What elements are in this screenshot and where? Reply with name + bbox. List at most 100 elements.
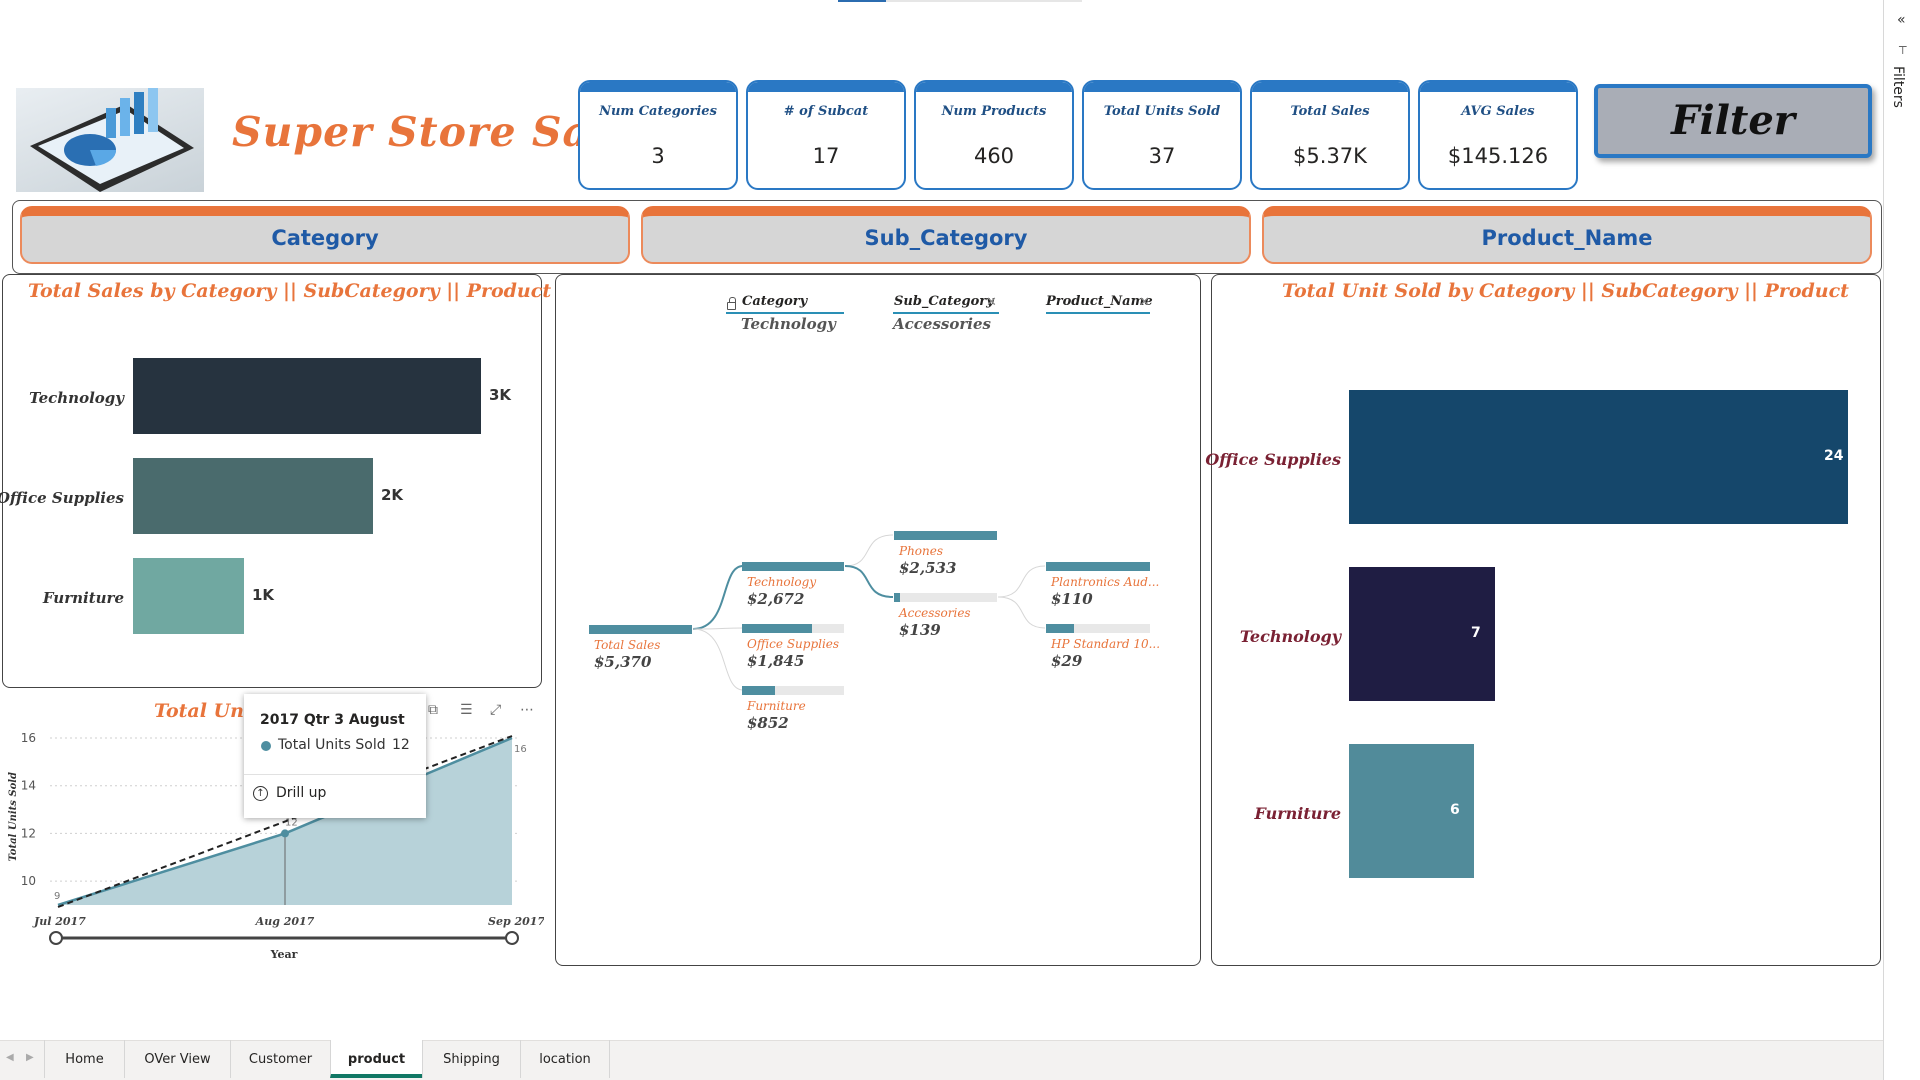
filters-pane[interactable]: « ⊤ Filters xyxy=(1883,0,1920,1080)
kpi-label: AVG Sales xyxy=(1461,104,1535,119)
sales-bar[interactable] xyxy=(133,558,244,634)
units-data-label: 24 xyxy=(1824,448,1844,464)
tree-category-node-name: Furniture xyxy=(747,699,806,713)
kpi-card-num-products: Num Products 460 xyxy=(914,80,1074,190)
copy-icon[interactable]: ⧉ xyxy=(428,702,438,718)
tree-product-node-bar-fill xyxy=(1046,624,1074,633)
tree-category-node-bar[interactable] xyxy=(742,624,844,633)
units-axis-label: Furniture xyxy=(1254,804,1341,823)
sales-axis-label: Furniture xyxy=(42,589,124,607)
units-bar[interactable] xyxy=(1349,390,1848,524)
units-axis-label: Technology xyxy=(1239,627,1341,646)
sales-chart-title: Total Sales by Category || SubCategory |… xyxy=(28,280,552,302)
tooltip-value: 12 xyxy=(392,737,410,753)
tree-category-node-bar[interactable] xyxy=(742,562,844,571)
kpi-value: 3 xyxy=(651,144,665,168)
tab-customer[interactable]: Customer xyxy=(230,1040,330,1078)
units-chart-title: Total Unit Sold by Category || SubCatego… xyxy=(1282,280,1849,302)
x-tick-label: Sep 2017 xyxy=(488,915,544,928)
tree-root-bar-fill xyxy=(589,625,692,634)
units-axis-label: Office Supplies xyxy=(1205,450,1341,469)
point-label: 9 xyxy=(54,891,60,902)
tree-product-node-value: $110 xyxy=(1051,590,1093,608)
kpi-card-subcat: # of Subcat 17 xyxy=(746,80,906,190)
tree-product-node-bar[interactable] xyxy=(1046,562,1150,571)
kpi-value: $5.37K xyxy=(1293,144,1367,168)
sales-bar[interactable] xyxy=(133,358,481,434)
tab-overview[interactable]: OVer View xyxy=(124,1040,230,1078)
filters-pane-label[interactable]: Filters xyxy=(1890,66,1906,108)
tab-shipping[interactable]: Shipping xyxy=(422,1040,520,1078)
tree-category-node-value: $1,845 xyxy=(747,652,805,670)
kpi-value: 17 xyxy=(812,144,840,168)
tooltip-divider xyxy=(244,774,426,775)
tree-product-node-name: Plantronics Aud... xyxy=(1051,575,1160,589)
units-data-label: 6 xyxy=(1450,802,1460,818)
tree-subcategory-node-bar[interactable] xyxy=(894,531,997,540)
tree-root-value: $5,370 xyxy=(594,653,652,671)
tab-next-icon[interactable]: ▶ xyxy=(26,1052,34,1063)
sales-data-label: 1K xyxy=(252,586,275,604)
slicer-sub-category[interactable]: Sub_Category xyxy=(641,206,1251,264)
tooltip-title: 2017 Qtr 3 August xyxy=(260,712,405,728)
kpi-label: # of Subcat xyxy=(783,104,869,119)
filter-icon[interactable]: ☰ xyxy=(460,702,473,718)
tree-subcategory-node-value: $139 xyxy=(899,621,941,639)
slicer-category[interactable]: Category xyxy=(20,206,630,264)
tree-category-node-bar-fill xyxy=(742,686,775,695)
point-label: 16 xyxy=(514,744,527,755)
tree-root-name: Total Sales xyxy=(594,638,661,652)
kpi-card-avg-sales: AVG Sales $145.126 xyxy=(1418,80,1578,190)
tree-subcategory-node-bar[interactable] xyxy=(894,593,997,602)
tree-category-node-bar-fill xyxy=(742,624,812,633)
range-handle-start[interactable] xyxy=(49,931,63,945)
sales-axis-label: Office Supplies xyxy=(0,489,124,507)
y-tick-label: 14 xyxy=(21,779,36,793)
data-point xyxy=(281,829,289,838)
sales-bar[interactable] xyxy=(133,458,373,534)
units-by-category-panel xyxy=(1211,274,1881,966)
slicer-product-name[interactable]: Product_Name xyxy=(1262,206,1872,264)
kpi-value: 37 xyxy=(1148,144,1176,168)
tree-category-node-name: Technology xyxy=(747,575,817,589)
kpi-value: 460 xyxy=(973,144,1015,168)
tree-subcategory-node-name: Phones xyxy=(899,544,944,558)
kpi-label: Num Products xyxy=(941,104,1047,119)
tree-category-node-bar-fill xyxy=(742,562,844,571)
sales-axis-label: Technology xyxy=(29,389,124,407)
tree-product-node-name: HP Standard 10... xyxy=(1051,637,1161,651)
tab-product[interactable]: product xyxy=(330,1040,422,1078)
kpi-card-total-sales: Total Sales $5.37K xyxy=(1250,80,1410,190)
more-icon[interactable]: ⋯ xyxy=(520,702,534,718)
drill-up-icon[interactable]: ↑ xyxy=(253,786,268,801)
tree-category-node-bar[interactable] xyxy=(742,686,844,695)
tree-product-node-value: $29 xyxy=(1051,652,1083,670)
sales-data-label: 2K xyxy=(381,486,404,504)
range-handle-end[interactable] xyxy=(505,931,519,945)
kpi-card-num-categories: Num Categories 3 xyxy=(578,80,738,190)
tab-prev-icon[interactable]: ◀ xyxy=(6,1052,14,1063)
filter-button[interactable]: Filter xyxy=(1594,84,1872,158)
kpi-label: Num Categories xyxy=(599,104,717,119)
filter-funnel-icon: ⊤ xyxy=(1898,44,1908,57)
focus-icon[interactable]: ⤢ xyxy=(490,702,501,718)
y-axis-title: Total Units Sold xyxy=(8,772,19,862)
series-dot-icon xyxy=(261,741,271,751)
kpi-label: Total Sales xyxy=(1290,104,1370,119)
tab-location[interactable]: location xyxy=(520,1040,610,1078)
drill-up-button[interactable]: Drill up xyxy=(276,785,326,801)
tree-product-node-bar[interactable] xyxy=(1046,624,1150,633)
tree-subcategory-node-value: $2,533 xyxy=(899,559,957,577)
tree-category-node-value: $852 xyxy=(747,714,789,732)
kpi-label: Total Units Sold xyxy=(1103,104,1221,119)
tree-root-bar[interactable] xyxy=(589,625,692,634)
y-tick-label: 12 xyxy=(21,826,36,840)
page-indicator xyxy=(838,0,1082,2)
sales-data-label: 3K xyxy=(489,386,512,404)
chart-tooltip: 2017 Qtr 3 August Total Units Sold 12 ↑ … xyxy=(244,694,426,818)
tree-subcategory-node-bar-fill xyxy=(894,531,997,540)
report-canvas: { "report": { "title": "Super Store Sale… xyxy=(0,0,1920,1080)
collapse-pane-icon[interactable]: « xyxy=(1897,12,1906,28)
tab-home[interactable]: Home xyxy=(44,1040,124,1078)
tree-category-node-name: Office Supplies xyxy=(747,637,840,651)
